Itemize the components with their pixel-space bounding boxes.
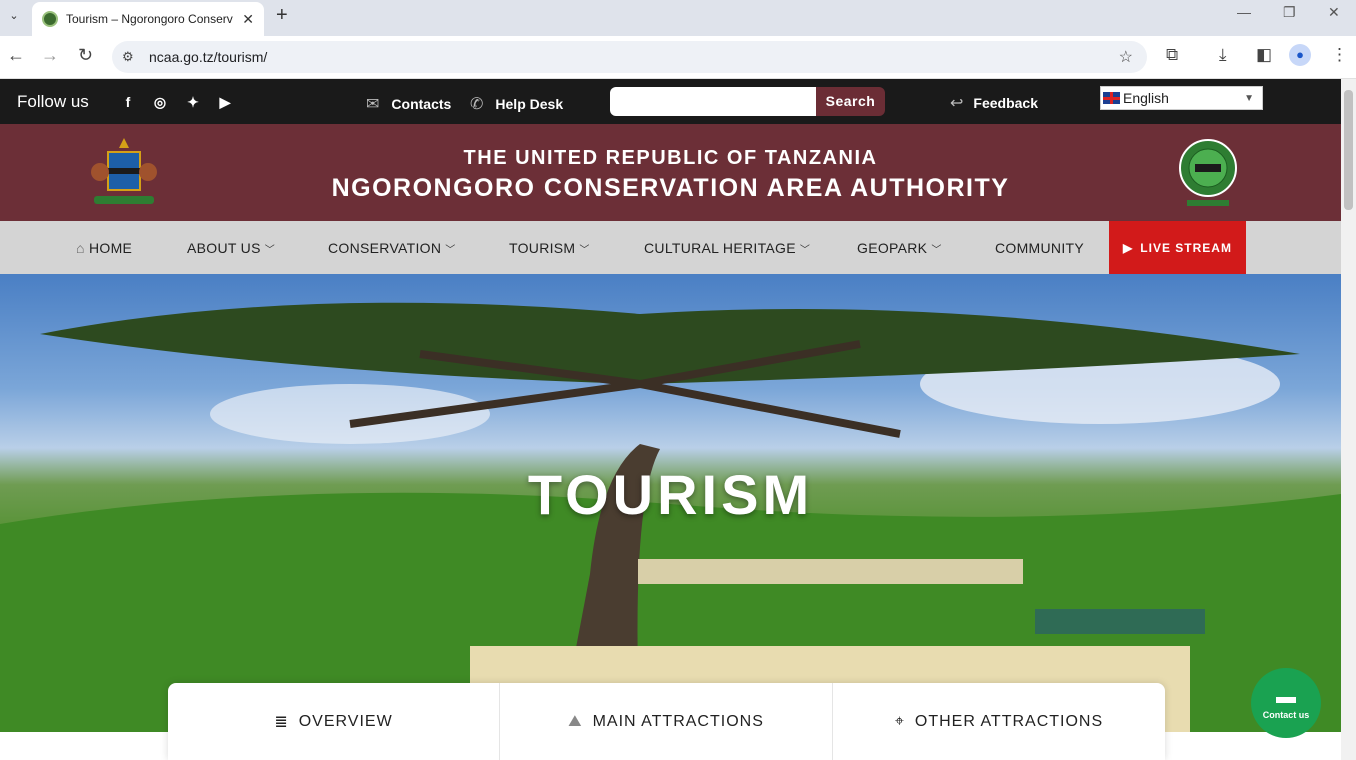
nav-community-label: COMMUNITY xyxy=(995,240,1085,256)
tab-main-attractions-label: MAIN ATTRACTIONS xyxy=(592,712,764,730)
nav-about-label: ABOUT US xyxy=(187,240,261,256)
map-pin-icon: ⌖ xyxy=(894,712,905,730)
tab-title: Tourism – Ngorongoro Conserv xyxy=(66,12,233,26)
side-panel-icon[interactable]: ◧ xyxy=(1256,45,1272,65)
chevron-down-icon: ﹀ xyxy=(445,245,456,256)
header-line-2: NGORONGORO CONSERVATION AREA AUTHORITY xyxy=(331,174,1010,202)
new-tab-icon[interactable]: + xyxy=(276,4,288,27)
search-button[interactable]: Search xyxy=(816,87,885,116)
chevron-down-icon: ▼ xyxy=(1244,92,1254,104)
follow-us-label: Follow us xyxy=(17,92,89,111)
browser-tab-active[interactable]: Tourism – Ngorongoro Conserv ✕ xyxy=(32,2,264,36)
chat-icon: ▬ xyxy=(1276,686,1296,708)
restore-icon[interactable]: ❐ xyxy=(1283,4,1296,21)
language-select[interactable]: English ▼ xyxy=(1100,86,1263,110)
nav-geopark[interactable]: GEOPARK ﹀ xyxy=(857,240,942,256)
forward-icon[interactable]: → xyxy=(41,45,59,66)
tab-other-attractions[interactable]: ⌖ OTHER ATTRACTIONS xyxy=(833,683,1165,760)
uk-flag-icon xyxy=(1103,92,1120,104)
contact-us-label: Contact us xyxy=(1262,710,1310,720)
live-stream-label: LIVE STREAM xyxy=(1140,240,1232,255)
window-close-icon[interactable]: ✕ xyxy=(1328,4,1340,21)
nav-cultural-label: CULTURAL HERITAGE xyxy=(644,240,796,256)
chevron-down-icon: ﹀ xyxy=(579,245,590,256)
tab-main-attractions[interactable]: ⛰ MAIN ATTRACTIONS xyxy=(500,683,832,760)
help-desk-link[interactable]: ✆ Help Desk xyxy=(470,94,563,114)
main-nav: ⌂ HOME ABOUT US ﹀ CONSERVATION ﹀ TOURISM ﹀ … xyxy=(0,221,1341,274)
browser-tab-bar: ⌄ Tourism – Ngorongoro Conserv ✕ + — ❐ ✕ xyxy=(0,0,1356,36)
nav-tourism-label: TOURISM xyxy=(509,240,576,256)
nav-tourism[interactable]: TOURISM ﹀ xyxy=(509,240,590,256)
phone-icon: ✆ xyxy=(470,96,484,113)
back-icon[interactable]: ← xyxy=(7,45,25,66)
facebook-icon[interactable]: f xyxy=(120,94,136,110)
scrollbar-thumb[interactable] xyxy=(1344,90,1353,210)
feedback-link[interactable]: ↩ Feedback xyxy=(950,93,1038,113)
site-top-bar: Follow us f ◎ ✦ ▶ ✉ Contacts ✆ Help Desk… xyxy=(0,79,1341,124)
contacts-label: Contacts xyxy=(391,96,452,112)
chevron-down-icon: ﹀ xyxy=(799,245,811,256)
section-tabs: ≣ OVERVIEW ⛰ MAIN ATTRACTIONS ⌖ OTHER AT… xyxy=(168,683,1165,760)
contact-us-chat-button[interactable]: ▬ Contact us xyxy=(1251,668,1321,738)
tab-overview-label: OVERVIEW xyxy=(298,712,393,730)
site-info-icon[interactable]: ⚙ xyxy=(122,49,134,65)
envelope-icon: ✉ xyxy=(366,96,380,113)
chevron-down-icon: ﹀ xyxy=(264,245,276,256)
extensions-icon[interactable]: ⧉ xyxy=(1166,45,1178,65)
live-stream-button[interactable]: ▶ LIVE STREAM xyxy=(1109,221,1246,274)
nav-home-label: HOME xyxy=(88,240,133,256)
tab-other-attractions-label: OTHER ATTRACTIONS xyxy=(914,712,1104,730)
omnibox[interactable]: ⚙ ncaa.go.tz/tourism/ ☆ xyxy=(112,41,1147,73)
nav-conservation-label: CONSERVATION xyxy=(328,240,442,256)
minimize-icon[interactable]: — xyxy=(1237,4,1251,20)
youtube-icon[interactable]: ▶ xyxy=(217,94,233,110)
reply-icon: ↩ xyxy=(950,95,964,112)
map-icon: ⛰ xyxy=(568,712,583,730)
address-bar-row: ← → ↻ ⚙ ncaa.go.tz/tourism/ ☆ ⧉ ⤓ ◧ ● ⋮ xyxy=(0,36,1356,79)
nav-geopark-label: GEOPARK xyxy=(857,240,928,256)
profile-avatar-icon[interactable]: ● xyxy=(1289,44,1311,66)
home-icon: ⌂ xyxy=(76,240,85,256)
site-favicon-icon xyxy=(42,11,58,27)
play-icon: ▶ xyxy=(1123,240,1134,255)
nav-community[interactable]: COMMUNITY xyxy=(995,240,1084,256)
tab-list-dropdown-icon[interactable]: ⌄ xyxy=(4,6,24,26)
reload-icon[interactable]: ↻ xyxy=(78,45,93,66)
nav-about-us[interactable]: ABOUT US ﹀ xyxy=(187,240,275,256)
tab-overview[interactable]: ≣ OVERVIEW xyxy=(168,683,499,760)
help-desk-label: Help Desk xyxy=(495,96,564,112)
twitter-icon[interactable]: ✦ xyxy=(185,94,201,110)
download-icon[interactable]: ⤓ xyxy=(1219,45,1227,65)
header-line-1: THE UNITED REPUBLIC OF TANZANIA xyxy=(463,147,878,169)
site-search-input[interactable] xyxy=(610,87,816,116)
list-icon: ≣ xyxy=(274,713,289,731)
instagram-icon[interactable]: ◎ xyxy=(152,94,168,110)
chevron-down-icon: ﹀ xyxy=(931,245,942,256)
nav-home[interactable]: ⌂ HOME xyxy=(76,240,132,256)
feedback-label: Feedback xyxy=(973,95,1038,111)
ngorongoro-logo-icon[interactable] xyxy=(1177,134,1239,210)
nav-conservation[interactable]: CONSERVATION ﹀ xyxy=(328,240,456,256)
tab-close-icon[interactable]: ✕ xyxy=(242,11,254,28)
bookmark-star-icon[interactable]: ☆ xyxy=(1119,47,1133,67)
hero-banner: TOURISM xyxy=(0,274,1341,732)
contacts-link[interactable]: ✉ Contacts xyxy=(366,94,451,114)
url-text[interactable]: ncaa.go.tz/tourism/ xyxy=(149,49,267,65)
hero-title: TOURISM xyxy=(527,463,814,526)
site-header: THE UNITED REPUBLIC OF TANZANIA NGORONGO… xyxy=(0,124,1341,221)
nav-cultural-heritage[interactable]: CULTURAL HERITAGE ﹀ xyxy=(644,240,810,256)
language-selected: English xyxy=(1123,90,1169,106)
browser-menu-icon[interactable]: ⋮ xyxy=(1331,45,1348,65)
